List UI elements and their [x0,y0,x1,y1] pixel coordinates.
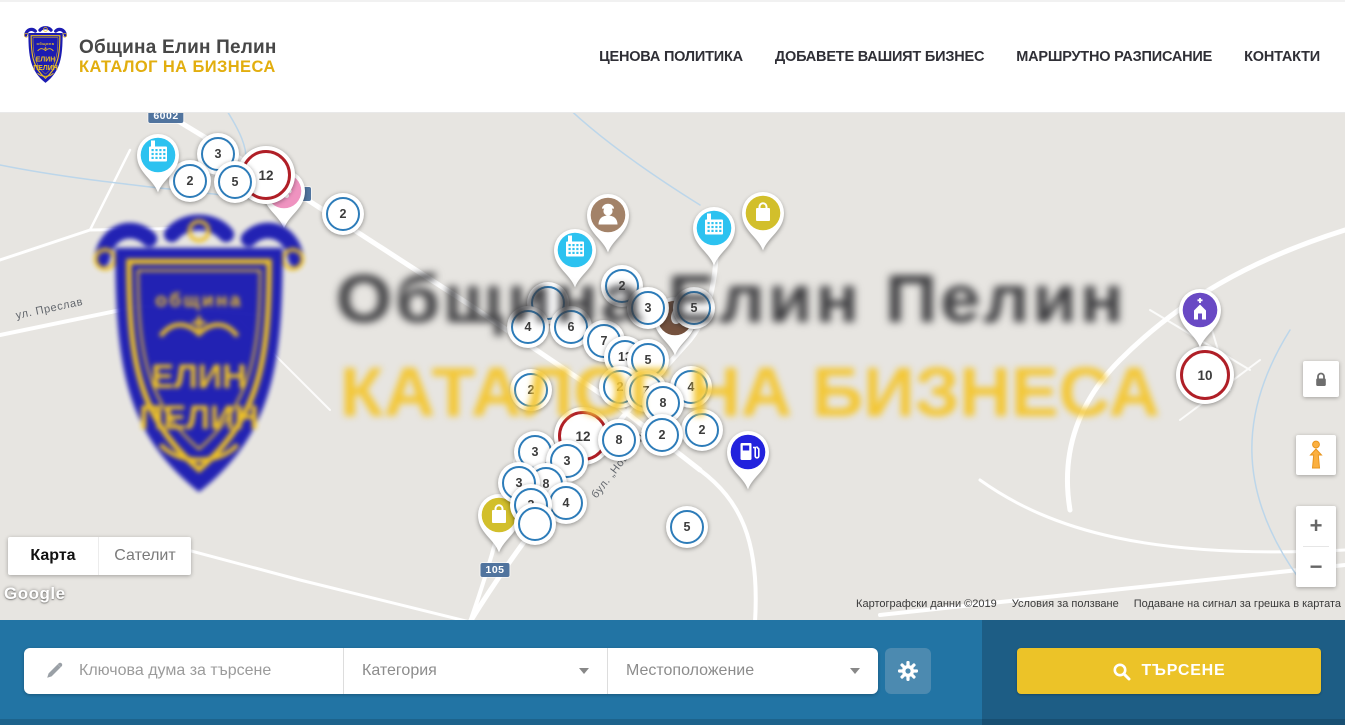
header: Община Елин Пелин КАТАЛОГ НА БИЗНЕСА ЦЕН… [0,0,1345,113]
search-icon [1112,662,1131,681]
brand-title: Община Елин Пелин [79,37,277,59]
nav-route-schedule[interactable]: МАРШРУТНО РАЗПИСАНИЕ [1016,49,1212,65]
zoom-out-button[interactable]: − [1296,547,1336,587]
cluster-marker[interactable]: 3 [627,287,669,329]
lock-icon [1313,371,1329,388]
church-pin[interactable] [1174,287,1226,349]
category-dropdown-label: Категория [362,662,437,680]
zoom-in-button[interactable]: + [1296,506,1336,546]
zoom-control: + − [1296,506,1336,587]
pegman-button[interactable] [1296,435,1336,475]
cluster-marker[interactable]: 10 [1176,346,1234,404]
search-submit-button[interactable]: ТЪРСЕНЕ [1017,648,1321,694]
search-fields-group: Категория Местоположение [24,648,878,694]
cluster-marker[interactable]: 5 [673,287,715,329]
nav-add-your-business[interactable]: ДОБАВЕТЕ ВАШИЯТ БИЗНЕС [775,49,984,65]
location-dropdown-label: Местоположение [626,662,754,680]
pencil-icon [44,661,64,681]
attribution-terms-link[interactable]: Условия за ползване [1012,598,1119,610]
map-canvas[interactable]: 6002105ул. Преславбул. „Новоселци“ 31225… [0,110,1345,620]
cluster-marker[interactable]: 2 [681,409,723,451]
map-type-map-button[interactable]: Карта [8,537,98,575]
cluster-marker[interactable]: 5 [666,506,708,548]
worker-pin[interactable] [582,192,634,254]
cluster-marker[interactable]: 5 [214,161,256,203]
map-type-control: Карта Сателит [8,537,191,575]
cluster-marker[interactable]: 8 [598,419,640,461]
municipality-logo [22,26,69,88]
chevron-down-icon [850,668,860,674]
map-type-satellite-button[interactable]: Сателит [98,537,191,575]
search-submit-label: ТЪРСЕНЕ [1141,662,1225,680]
advanced-search-button[interactable] [885,648,931,694]
cluster-marker[interactable] [514,503,556,545]
gear-icon [896,659,920,683]
cluster-marker[interactable]: 2 [322,193,364,235]
cluster-marker[interactable]: 4 [507,306,549,348]
search-bar: Категория Местоположение [0,620,1345,725]
cluster-marker[interactable]: 2 [510,369,552,411]
factory-pin[interactable] [132,132,184,194]
nav-contacts[interactable]: КОНТАКТИ [1244,49,1320,65]
cluster-marker[interactable]: 2 [641,414,683,456]
bag-pin[interactable] [737,190,789,252]
map-attribution: Картографски данни ©2019 Условия за полз… [856,598,1341,610]
main-nav: ЦЕНОВА ПОЛИТИКА ДОБАВЕТЕ ВАШИЯТ БИЗНЕС М… [599,2,1320,112]
page: Община Елин Пелин КАТАЛОГ НА БИЗНЕСА ЦЕН… [0,0,1345,725]
nav-pricing-policy[interactable]: ЦЕНОВА ПОЛИТИКА [599,49,743,65]
brand-subtitle: КАТАЛОГ НА БИЗНЕСА [79,58,277,77]
map-markers-layer: 3122522354671352274822128338343510 [0,110,1345,620]
keyword-field[interactable] [24,648,344,694]
brand[interactable]: Община Елин Пелин КАТАЛОГ НА БИЗНЕСА [22,26,277,88]
google-logo[interactable]: Google [4,584,66,604]
pegman-icon [1306,440,1326,470]
lock-button[interactable] [1303,361,1339,397]
chevron-down-icon [579,668,589,674]
attribution-map-data: Картографски данни ©2019 [856,598,997,610]
factory-pin[interactable] [688,205,740,267]
keyword-search-input[interactable] [77,661,321,681]
location-dropdown[interactable]: Местоположение [608,648,878,694]
attribution-report-error-link[interactable]: Подаване на сигнал за грешка в картата [1134,598,1341,610]
fuel-pin[interactable] [722,429,774,491]
category-dropdown[interactable]: Категория [344,648,608,694]
